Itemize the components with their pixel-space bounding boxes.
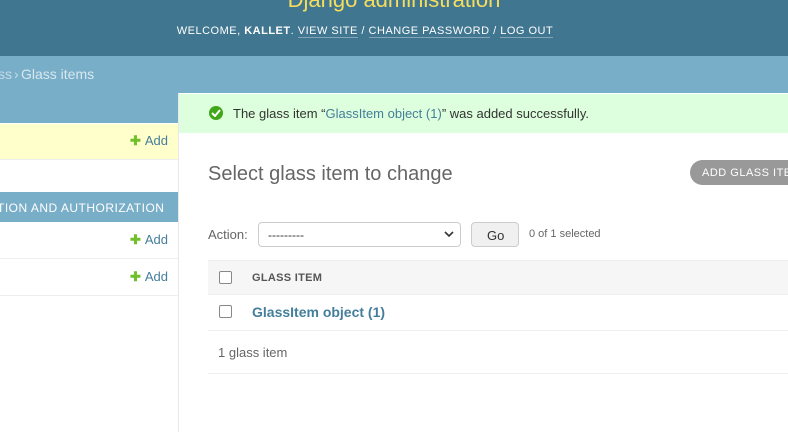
welcome-text: WELCOME,: [176, 25, 241, 37]
plus-icon: ✚: [129, 232, 141, 247]
table-row: GlassItem object (1): [208, 294, 788, 331]
glass-item-link[interactable]: GlassItem object (1): [252, 304, 385, 320]
message-object-link[interactable]: GlassItem object (1): [325, 106, 441, 121]
sidebar-add-glass-item-link[interactable]: ✚ Add: [130, 133, 168, 149]
breadcrumb-parent-link[interactable]: ss: [0, 66, 12, 82]
action-select-value: ---------: [268, 228, 304, 242]
message-prefix: The glass item “: [233, 106, 326, 121]
sidebar-item-users[interactable]: ✚ Add: [0, 260, 178, 296]
plus-icon: ✚: [129, 133, 141, 148]
add-label: Add: [144, 232, 168, 247]
page-title: Select glass item to change: [208, 163, 453, 185]
success-message: The glass item “GlassItem object (1)” wa…: [179, 94, 788, 133]
result-list: GLASS ITEM GlassItem object (1) 1 glass …: [208, 260, 788, 374]
breadcrumb: ss › Glass items: [0, 56, 788, 93]
add-label: Add: [144, 269, 168, 284]
column-header-glass-item[interactable]: GLASS ITEM: [252, 272, 322, 284]
sidebar-app-caption[interactable]: [0, 93, 178, 123]
sidebar-auth-caption[interactable]: TION AND AUTHORIZATION: [0, 192, 178, 222]
username: KALLET: [244, 25, 291, 37]
sidebar-auth-caption-label: TION AND AUTHORIZATION: [0, 201, 165, 215]
message-suffix: ” was added successfully.: [441, 106, 589, 121]
header: Django administration WELCOME, KALLET. V…: [0, 0, 788, 56]
add-glass-item-button[interactable]: ADD GLASS ITEM: [690, 160, 788, 185]
table-header: GLASS ITEM: [208, 260, 788, 295]
action-label: Action:: [208, 227, 248, 242]
plus-icon: ✚: [129, 269, 141, 284]
view-site-link[interactable]: VIEW SITE: [297, 25, 358, 38]
separator: /: [361, 25, 365, 37]
success-check-icon: [209, 106, 223, 120]
paginator-count: 1 glass item: [218, 345, 288, 360]
sidebar-item-glass-items[interactable]: ✚ Add: [0, 124, 178, 160]
row-checkbox[interactable]: [219, 305, 232, 318]
success-message-text: The glass item “GlassItem object (1)” wa…: [233, 106, 589, 121]
add-label: Add: [144, 133, 168, 148]
go-button[interactable]: Go: [471, 222, 519, 247]
log-out-link[interactable]: LOG OUT: [500, 25, 554, 38]
breadcrumb-separator: ›: [14, 66, 19, 82]
action-select[interactable]: ---------: [258, 222, 461, 247]
site-name[interactable]: Django administration: [0, 0, 788, 13]
change-password-link[interactable]: CHANGE PASSWORD: [368, 25, 490, 38]
sidebar: ✚ Add TION AND AUTHORIZATION ✚ Add ✚ Add: [0, 93, 179, 432]
go-button-label: Go: [487, 228, 505, 243]
add-glass-item-button-label: ADD GLASS ITEM: [702, 167, 788, 179]
sidebar-add-user-link[interactable]: ✚ Add: [130, 269, 168, 285]
action-counter: 0 of 1 selected: [529, 228, 601, 240]
paginator: 1 glass item: [208, 331, 788, 374]
sidebar-add-group-link[interactable]: ✚ Add: [130, 232, 168, 248]
sidebar-item-groups[interactable]: ✚ Add: [0, 223, 178, 259]
separator: /: [493, 25, 497, 37]
breadcrumb-current: Glass items: [21, 66, 95, 82]
user-tools: WELCOME, KALLET. VIEW SITE / CHANGE PASS…: [176, 25, 554, 38]
chevron-down-icon: [444, 231, 454, 238]
select-all-checkbox[interactable]: [219, 271, 232, 284]
